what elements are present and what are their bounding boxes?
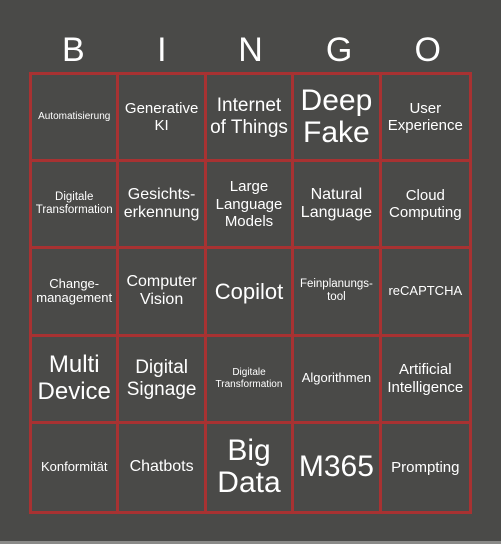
- bingo-board: Automatisierung Generative KI Internet o…: [29, 72, 472, 514]
- bingo-cell[interactable]: Prompting: [382, 424, 469, 511]
- bingo-cell[interactable]: Internet of Things: [206, 75, 295, 163]
- bingo-cell[interactable]: Cloud Computing: [381, 162, 469, 250]
- bingo-cell[interactable]: Deep Fake: [294, 75, 382, 163]
- bingo-cell[interactable]: Feinplanungs-tool: [294, 249, 382, 337]
- bingo-cell[interactable]: Chatbots: [119, 423, 207, 511]
- bingo-header: B I N G O: [29, 30, 472, 70]
- header-letter-n: N: [238, 31, 263, 69]
- bingo-cell[interactable]: Digitale Transformation: [32, 162, 120, 250]
- bingo-cell[interactable]: Digital Signage: [119, 336, 207, 424]
- bingo-cell[interactable]: reCAPTCHA: [381, 249, 469, 337]
- bingo-cell[interactable]: M365: [294, 423, 382, 511]
- bingo-cell[interactable]: Large Language Models: [206, 162, 295, 250]
- bingo-cell[interactable]: Generative KI: [119, 75, 207, 163]
- bingo-cell[interactable]: Natural Language: [294, 162, 382, 250]
- bingo-cell[interactable]: Artificial Intelligence: [381, 337, 469, 424]
- bingo-cell[interactable]: Big Data: [207, 423, 295, 511]
- header-letter-g: G: [325, 31, 353, 69]
- bingo-cell[interactable]: Copilot: [206, 249, 295, 337]
- bingo-cell[interactable]: Algorithmen: [294, 336, 382, 424]
- header-letter-o: O: [414, 31, 441, 69]
- bingo-cell[interactable]: Gesichts-erkennung: [119, 162, 207, 250]
- header-letter-b: B: [61, 31, 85, 69]
- bingo-cell[interactable]: Digitale Transformation: [206, 336, 295, 424]
- bingo-cell[interactable]: Computer Vision: [119, 249, 207, 337]
- bingo-cell[interactable]: Multi Device: [32, 336, 120, 424]
- bingo-cell[interactable]: Konformität: [32, 423, 120, 511]
- bingo-cell[interactable]: User Experience: [381, 75, 469, 163]
- bingo-cell[interactable]: Change-management: [32, 249, 120, 337]
- bingo-cell[interactable]: Automatisierung: [32, 75, 120, 163]
- header-letter-i: I: [157, 31, 167, 69]
